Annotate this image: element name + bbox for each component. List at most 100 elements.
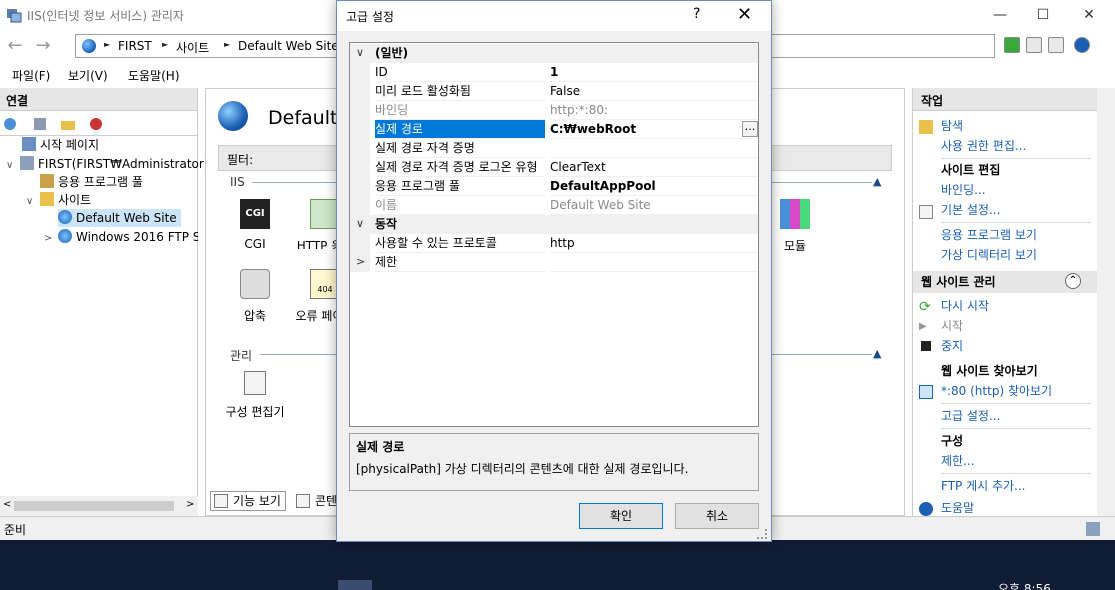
expander-ftp-site[interactable]: >: [44, 233, 52, 244]
start-page-icon: [22, 137, 36, 151]
server-icon: [20, 156, 34, 170]
close-button[interactable]: ✕: [1066, 0, 1112, 30]
tree-item-sites[interactable]: 사이트: [40, 191, 91, 209]
connections-panel: 연결 ∨ ∨ > 시작 페이지 FIRST(FIRST₩Administrato…: [0, 88, 208, 516]
breadcrumb-sites[interactable]: 사이트: [176, 39, 209, 56]
breadcrumb-default-web-site[interactable]: Default Web Site: [238, 39, 339, 53]
property-description: 실제 경로 [physicalPath] 가상 디렉터리의 콘텐츠에 대한 실제…: [349, 433, 759, 491]
menu-view[interactable]: 보기(V): [68, 67, 108, 84]
globe-icon: [58, 229, 72, 243]
action-help[interactable]: 도움말: [941, 498, 1098, 516]
globe-icon: [82, 39, 96, 53]
action-bindings[interactable]: 바인딩...: [941, 180, 1098, 200]
action-browse-80[interactable]: *:80 (http) 찾아보기: [941, 381, 1098, 401]
prop-row-limits[interactable]: > 제한: [350, 253, 758, 272]
category-behavior[interactable]: ∨ 동작: [350, 215, 758, 234]
action-explore[interactable]: 탐색: [941, 116, 1098, 136]
prop-row-physical-path[interactable]: 실제 경로 C:₩webRoot ...: [350, 120, 758, 139]
folder-up-icon[interactable]: [60, 116, 76, 132]
collapse-behavior-icon[interactable]: ∨: [356, 217, 364, 230]
resize-grip[interactable]: [757, 529, 767, 539]
property-grid: ∨ (일반) ID 1 미리 로드 활성화됨 False 바인딩 http:*:…: [349, 42, 759, 427]
prop-row-enabled-protocols[interactable]: 사용할 수 있는 프로토콜 http: [350, 234, 758, 253]
action-start[interactable]: 시작: [941, 316, 1115, 336]
connections-title: 연결: [0, 88, 197, 111]
scroll-thumb[interactable]: [14, 501, 174, 511]
action-site-edit-heading: 사이트 편집: [941, 163, 1001, 177]
scroll-left-icon[interactable]: <: [3, 499, 11, 510]
browse-path-button[interactable]: ...: [742, 121, 758, 137]
action-edit-permissions[interactable]: 사용 권한 편집...: [941, 136, 1098, 156]
collapse-management-icon[interactable]: ▲: [873, 347, 881, 360]
collapse-iis-icon[interactable]: ▲: [873, 175, 881, 188]
save-icon[interactable]: [32, 116, 48, 132]
back-button[interactable]: ←: [4, 36, 26, 56]
forward-button[interactable]: →: [32, 36, 54, 56]
features-view-icon: [214, 494, 228, 508]
action-restart[interactable]: 다시 시작: [941, 296, 1098, 316]
physical-path-value[interactable]: C:₩webRoot: [550, 120, 758, 139]
breadcrumb-first[interactable]: FIRST: [118, 39, 152, 53]
tree-item-default-web-site[interactable]: Default Web Site: [58, 209, 181, 227]
feature-compression[interactable]: 압축: [220, 269, 290, 324]
prop-row-bindings[interactable]: 바인딩 http:*:80:: [350, 101, 758, 120]
scroll-right-icon[interactable]: >: [186, 499, 194, 510]
basic-settings-icon: [919, 205, 933, 219]
prop-row-credentials-logon-type[interactable]: 실제 경로 자격 증명 로그온 유형 ClearText: [350, 158, 758, 177]
delete-connection-icon[interactable]: [88, 116, 104, 132]
connections-hscrollbar[interactable]: < >: [0, 496, 198, 516]
cancel-button[interactable]: 취소: [675, 503, 759, 529]
breadcrumb-arrow-icon: ►: [224, 40, 231, 49]
stop-icon[interactable]: [1026, 37, 1042, 53]
expander-first[interactable]: ∨: [6, 160, 13, 171]
action-view-virtual-dirs[interactable]: 가상 디렉터리 보기: [941, 245, 1098, 265]
prop-row-name[interactable]: 이름 Default Web Site: [350, 196, 758, 215]
prop-row-physical-path-credentials[interactable]: 실제 경로 자격 증명: [350, 139, 758, 158]
section-iis: IIS: [230, 175, 245, 189]
feature-cgi[interactable]: CGI CGI: [220, 199, 290, 251]
tree-item-ftp-site[interactable]: Windows 2016 FTP Site: [58, 228, 198, 246]
expander-sites[interactable]: ∨: [26, 196, 33, 207]
action-advanced-settings[interactable]: 고급 설정...: [941, 406, 1098, 426]
action-basic-settings[interactable]: 기본 설정...: [941, 200, 1098, 220]
start-icon: ▶: [919, 321, 927, 332]
collapse-general-icon[interactable]: ∨: [356, 46, 364, 59]
tree-item-start-page[interactable]: 시작 페이지: [22, 136, 99, 154]
tab-features-view[interactable]: 기능 보기: [210, 491, 286, 511]
menu-help[interactable]: 도움말(H): [128, 67, 180, 84]
configure-heading: 구성: [941, 434, 964, 448]
action-add-ftp-publishing[interactable]: FTP 게시 추가...: [941, 476, 1098, 496]
action-stop[interactable]: 중지: [941, 336, 1098, 356]
maximize-button[interactable]: ☐: [1020, 0, 1066, 30]
menu-file[interactable]: 파일(F): [12, 67, 50, 84]
tree-item-server[interactable]: FIRST(FIRST₩Administrator): [20, 155, 208, 173]
prop-row-id[interactable]: ID 1: [350, 63, 758, 82]
prop-row-preload-enabled[interactable]: 미리 로드 활성화됨 False: [350, 82, 758, 101]
dialog-help-button[interactable]: ?: [693, 6, 700, 22]
refresh-icon[interactable]: [1004, 37, 1020, 53]
collapse-section-icon[interactable]: ⌃: [1065, 273, 1081, 289]
action-view-applications[interactable]: 응용 프로그램 보기: [941, 225, 1098, 245]
action-limits[interactable]: 제한...: [941, 451, 1098, 471]
folder-icon: [40, 192, 54, 206]
expand-limits-icon[interactable]: >: [356, 255, 365, 268]
breadcrumb-arrow-icon: ►: [162, 40, 169, 49]
home-icon[interactable]: [1048, 37, 1064, 53]
window-title: IIS(인터넷 정보 서비스) 관리자: [27, 9, 184, 23]
dialog-title-bar: 고급 설정 ? ✕: [337, 1, 771, 31]
advanced-settings-dialog: 고급 설정 ? ✕ ∨ (일반) ID 1 미리 로드 활성화됨 False 바…: [336, 0, 772, 542]
minimize-button[interactable]: —: [977, 0, 1023, 30]
taskbar-app-button[interactable]: [338, 580, 372, 590]
status-text: 준비: [4, 523, 27, 537]
ok-button[interactable]: 확인: [579, 503, 663, 529]
actions-vscrollbar[interactable]: [1097, 88, 1115, 516]
connect-icon[interactable]: [3, 116, 19, 132]
dialog-close-button[interactable]: ✕: [737, 4, 752, 25]
feature-config-editor[interactable]: 구성 편집기: [220, 371, 290, 420]
category-general[interactable]: ∨ (일반): [350, 44, 758, 63]
prop-row-application-pool[interactable]: 응용 프로그램 풀 DefaultAppPool: [350, 177, 758, 196]
help-icon[interactable]: [1074, 37, 1090, 53]
manage-website-header: 웹 사이트 관리 ⌃: [913, 271, 1098, 293]
tree-item-app-pools[interactable]: 응용 프로그램 풀: [40, 173, 143, 191]
config-editor-icon: [244, 371, 266, 395]
